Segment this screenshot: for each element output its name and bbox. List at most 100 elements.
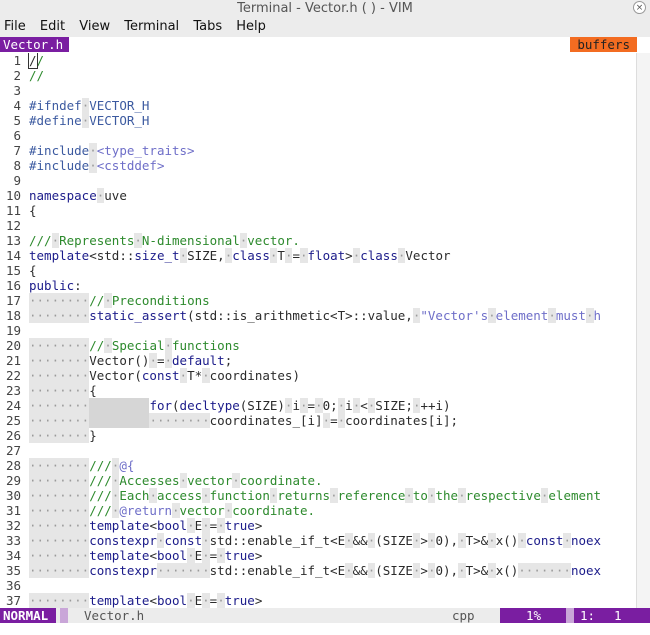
status-line: NORMAL Vector.h cpp 1% 1: 1	[0, 608, 650, 623]
code-line: 27	[0, 443, 636, 458]
code-text: ········///·Each·access·function·returns…	[29, 488, 602, 503]
code-text: #ifndef·VECTOR_H	[29, 98, 150, 113]
code-text: ········}	[29, 428, 97, 443]
title-bar: Terminal - Vector.h ( ) - VIM ×	[0, 0, 650, 17]
line-number: 10	[5, 188, 21, 203]
window-title: Terminal - Vector.h ( ) - VIM	[237, 1, 413, 16]
code-line: 5 #define·VECTOR_H	[0, 113, 636, 128]
code-line: 6	[0, 128, 636, 143]
code-text: ········ for(decltype(SIZE)·i·=·0;·i·<·S…	[29, 398, 451, 413]
code-text: namespace·uve	[29, 188, 127, 203]
buffers-label: buffers	[570, 37, 637, 52]
code-line: 16 public:	[0, 278, 636, 293]
line-number: 30	[5, 488, 21, 503]
line-number: 33	[5, 533, 21, 548]
menu-help[interactable]: Help	[232, 17, 272, 37]
code-line: 35 ········constexpr·······std::enable_if…	[0, 563, 636, 578]
code-line: 11 {	[0, 203, 636, 218]
code-text: ········//·Preconditions	[29, 293, 210, 308]
code-text: ········template<bool·E·=·true>	[29, 548, 263, 563]
code-line: 24 ········ for(decltype(SIZE)·i·=·0;·i·<…	[0, 398, 636, 413]
line-number: 14	[5, 248, 21, 263]
close-icon[interactable]: ×	[633, 1, 646, 14]
line-number: 37	[5, 593, 21, 608]
line-number: 31	[5, 503, 21, 518]
code-text: #include·<type_traits>	[29, 143, 195, 158]
menu-terminal[interactable]: Terminal	[120, 17, 185, 37]
code-text: ········ ········coordinates_[i]·=·coord…	[29, 413, 459, 428]
code-line: 31 ········///·@return·vector·coordinate.	[0, 503, 636, 518]
line-number: 6	[13, 128, 21, 143]
scrollbar[interactable]	[636, 53, 650, 608]
position-separator	[566, 608, 574, 623]
line-number: 1	[13, 53, 21, 68]
line-number: 35	[5, 563, 21, 578]
code-text: //	[28, 53, 45, 69]
code-line: 26 ········}	[0, 428, 636, 443]
code-line: 32 ········template<bool·E·=·true>	[0, 518, 636, 533]
line-number: 11	[5, 203, 21, 218]
line-number: 20	[5, 338, 21, 353]
code-line: 30 ········///·Each·access·function·retur…	[0, 488, 636, 503]
menu-view[interactable]: View	[75, 17, 116, 37]
code-line: 9	[0, 173, 636, 188]
code-line: 3	[0, 83, 636, 98]
code-line: 10 namespace·uve	[0, 188, 636, 203]
code-line: 34 ········template<bool·E·=·true>	[0, 548, 636, 563]
line-number: 9	[13, 173, 21, 188]
line-number: 2	[13, 68, 21, 83]
code-line: 17 ········//·Preconditions	[0, 293, 636, 308]
code-line: 8 #include·<cstddef>	[0, 158, 636, 173]
line-number: 16	[5, 278, 21, 293]
command-line[interactable]	[0, 623, 650, 635]
menu-tabs[interactable]: Tabs	[189, 17, 228, 37]
code-line: 4 #ifndef·VECTOR_H	[0, 98, 636, 113]
code-text: template<std::size_t·SIZE,·class·T·=·flo…	[29, 248, 451, 263]
menu-bar: File Edit View Terminal Tabs Help	[0, 17, 650, 37]
code-line: 29 ········///·Accesses·vector·coordinate…	[0, 473, 636, 488]
line-number: 7	[13, 143, 21, 158]
code-line: 18 ········static_assert(std::is_arithmet…	[0, 308, 636, 323]
position-block: 1% 1: 1	[500, 608, 650, 623]
code-text: public:	[29, 278, 82, 293]
line-number: 24	[5, 398, 21, 413]
line-number: 32	[5, 518, 21, 533]
tab-vector-h[interactable]: Vector.h	[0, 37, 70, 52]
code-line: 37 ········template<bool·E·=·true>	[0, 593, 636, 608]
line-number: 17	[5, 293, 21, 308]
code-text: ········constexpr·const·std::enable_if_t…	[29, 533, 602, 548]
line-number: 27	[5, 443, 21, 458]
menu-edit[interactable]: Edit	[36, 17, 71, 37]
code-text: ········constexpr·······std::enable_if_t…	[29, 563, 602, 578]
code-line: 23 ········{	[0, 383, 636, 398]
line-number: 28	[5, 458, 21, 473]
code-line: 12	[0, 218, 636, 233]
line-number: 29	[5, 473, 21, 488]
code-text: ········///·Accesses·vector·coordinate.	[29, 473, 323, 488]
status-percent: 1%	[526, 608, 542, 623]
line-number: 34	[5, 548, 21, 563]
code-line: 36	[0, 578, 636, 593]
code-text: ········Vector(const·T*·coordinates)	[29, 368, 300, 383]
code-line: 22 ········Vector(const·T*·coordinates)	[0, 368, 636, 383]
status-line-number: 1:	[580, 608, 596, 623]
code-line: 13 ///·Represents·N-dimensional·vector.	[0, 233, 636, 248]
line-number: 3	[13, 83, 21, 98]
code-text: ········template<bool·E·=·true>	[29, 593, 263, 608]
editor-area[interactable]: 1 // 2 // 3 4 #ifndef·VECTOR_H 5 #define·VEC…	[0, 53, 636, 608]
code-line: 19	[0, 323, 636, 338]
code-text: ········{	[29, 383, 97, 398]
menu-file[interactable]: File	[0, 17, 32, 37]
mode-indicator: NORMAL	[0, 608, 57, 623]
line-number: 36	[5, 578, 21, 593]
code-text: ········//·Special·functions	[29, 338, 240, 353]
code-text: ········Vector()·=·default;	[29, 353, 233, 368]
code-line: 14 template<std::size_t·SIZE,·class·T·=·f…	[0, 248, 636, 263]
code-line: 25 ········ ········coordinates_[i]·=·coo…	[0, 413, 636, 428]
line-number: 4	[13, 98, 21, 113]
code-text: ········///·@return·vector·coordinate.	[29, 503, 316, 518]
status-filetype: cpp	[452, 608, 475, 623]
code-text: #include·<cstddef>	[29, 158, 165, 173]
code-line: 15 {	[0, 263, 636, 278]
line-number: 25	[5, 413, 21, 428]
